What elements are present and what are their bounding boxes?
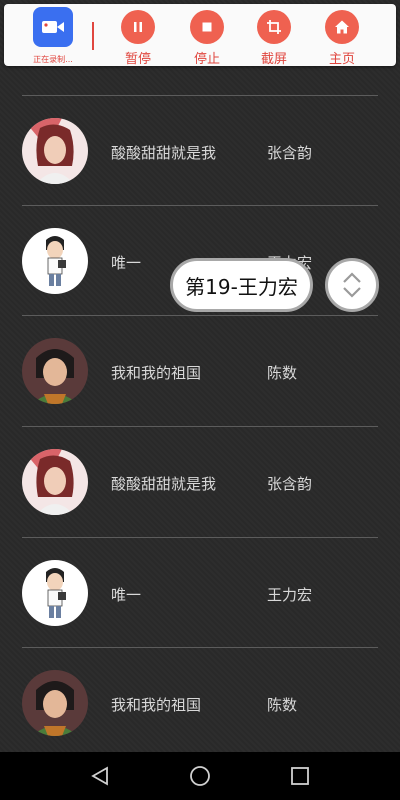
home-nav-button[interactable] [188,764,212,788]
artist-avatar [22,118,88,184]
artist-avatar [22,449,88,515]
back-button[interactable] [88,764,112,788]
artist-name: 陈数 [267,696,298,714]
song-title: 我和我的祖国 [111,364,202,382]
list-item[interactable]: 我和我的祖国 陈数 [0,648,400,752]
stop-icon [190,10,224,44]
list-item[interactable]: 酸酸甜甜就是我 张含韵 [0,96,400,206]
screenshot-button[interactable]: 截屏 [246,10,302,67]
recording-status-label: 正在录制... [33,55,73,64]
artist-name: 王力宏 [267,586,313,604]
back-triangle-icon [91,766,108,786]
artist-name: 陈数 [267,364,298,382]
section-index-bubble: 第19-王力宏 [170,258,313,312]
song-title: 酸酸甜甜就是我 [111,475,217,493]
recorder-app-button[interactable]: 正在录制... [26,6,80,66]
app-screen: 正在录制... 暂停 停止 截屏 主页 酸酸甜甜就是我 张含韵 唯一 我和我的祖… [0,0,400,752]
song-title: 唯一 [111,586,142,604]
list-item[interactable]: 唯一 王力宏 [0,538,400,648]
recents-button[interactable] [288,764,312,788]
song-title: 我和我的祖国 [111,696,202,714]
artist-avatar [22,560,88,626]
scroll-arrows-icon [343,272,361,298]
screenshot-label: 截屏 [260,52,287,67]
toolbar-divider [92,22,94,50]
list-item[interactable]: 酸酸甜甜就是我 张含韵 [0,427,400,537]
stop-button[interactable]: 停止 [179,10,235,67]
artist-avatar [22,228,88,294]
pause-button[interactable]: 暂停 [110,10,166,67]
system-nav-bar [0,752,400,800]
song-title: 唯一 [111,254,142,272]
home-label: 主页 [328,52,355,67]
artist-name: 张含韵 [267,144,313,162]
stop-label: 停止 [193,52,220,67]
pause-label: 暂停 [124,52,151,67]
screen-recorder-toolbar: 正在录制... 暂停 停止 截屏 主页 [4,4,396,67]
home-icon [325,10,359,44]
video-camera-icon [33,7,73,47]
home-circle-icon [190,766,210,786]
artist-avatar [22,338,88,404]
recents-square-icon [291,767,309,785]
song-title: 酸酸甜甜就是我 [111,144,217,162]
crop-icon [257,10,291,44]
pause-icon [121,10,155,44]
artist-name: 张含韵 [267,475,313,493]
home-button[interactable]: 主页 [314,10,370,67]
list-item[interactable]: 我和我的祖国 陈数 [0,316,400,426]
artist-avatar [22,670,88,736]
fast-scroll-handle[interactable] [325,258,379,312]
